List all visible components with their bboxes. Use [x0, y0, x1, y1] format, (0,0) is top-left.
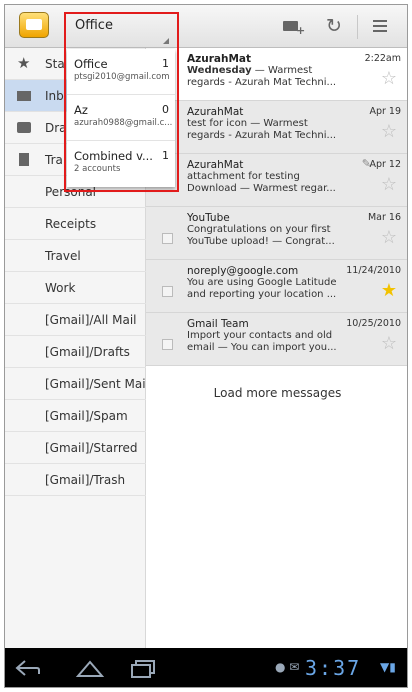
message-snippet-line2: regards - Azurah Mat Techni...	[187, 130, 337, 141]
message-snippet-line1: Wednesday — Warmest	[187, 65, 313, 76]
drafts-icon	[17, 122, 31, 133]
refresh-icon[interactable]: ↻	[323, 15, 345, 37]
message-date: Mar 16	[367, 212, 401, 223]
action-bar-divider	[357, 15, 358, 39]
folder-sent-mail[interactable]: [Gmail]/Sent Mail	[5, 368, 149, 400]
message-date: 11/24/2010	[346, 265, 401, 276]
folder-work[interactable]: Work	[5, 272, 146, 304]
star-icon[interactable]: ☆	[381, 227, 397, 248]
message-checkbox[interactable]	[162, 233, 173, 244]
message-sender: AzurahMat	[187, 106, 244, 118]
message-sender: noreply@google.com	[187, 265, 299, 277]
message-row[interactable]: YouTube Mar 16 Congratulations on your f…	[146, 207, 407, 260]
folder-travel[interactable]: Travel	[5, 240, 146, 272]
folder-gmail-starred[interactable]: [Gmail]/Starred	[5, 432, 146, 464]
menu-icon[interactable]	[370, 15, 392, 37]
highlight-frame	[64, 12, 179, 192]
folder-gmail-trash[interactable]: [Gmail]/Trash	[5, 464, 146, 496]
back-icon[interactable]	[15, 659, 41, 677]
system-bar: ● ✉ 3:37 ▼▮	[5, 648, 407, 687]
star-filled-icon[interactable]: ★	[381, 280, 397, 301]
notification-icons[interactable]: ● ✉	[275, 660, 299, 674]
message-snippet-line2: email — You can import you...	[187, 342, 337, 353]
message-date: Apr 19	[369, 106, 401, 117]
message-snippet-line2: Download — Warmest regar...	[187, 183, 336, 194]
message-date: 2:22am	[364, 53, 401, 64]
message-snippet-line1: You are using Google Latitude	[187, 277, 337, 288]
home-icon[interactable]	[75, 657, 105, 679]
recent-apps-icon[interactable]	[130, 660, 156, 678]
message-checkbox[interactable]	[162, 339, 173, 350]
message-snippet-line1: test for icon — Warmest	[187, 118, 308, 129]
gmail-screen: Office + ↻ ★ Sta Inb Dra Tra Personal Re…	[4, 4, 408, 688]
star-icon: ★	[17, 54, 31, 72]
clock[interactable]: 3:37	[305, 656, 361, 680]
star-icon[interactable]: ☆	[381, 68, 397, 89]
message-sender: AzurahMat	[187, 53, 252, 65]
signal-battery-icon[interactable]: ▼▮	[380, 660, 396, 674]
star-icon[interactable]: ☆	[381, 121, 397, 142]
star-icon[interactable]: ☆	[381, 333, 397, 354]
message-snippet-line1: Congratulations on your first	[187, 224, 331, 235]
folder-receipts[interactable]: Receipts	[5, 208, 146, 240]
inbox-icon	[17, 91, 31, 101]
message-row[interactable]: AzurahMat Apr 19 test for icon — Warmest…	[146, 101, 407, 154]
message-date: Apr 12	[369, 159, 401, 170]
message-sender: AzurahMat	[187, 159, 244, 171]
folder-spam[interactable]: [Gmail]/Spam	[5, 400, 146, 432]
gmail-app-icon[interactable]	[19, 12, 49, 38]
message-row[interactable]: AzurahMat ✎ Apr 12 attachment for testin…	[146, 154, 407, 207]
message-snippet-line2: YouTube upload! — Congrat...	[187, 236, 335, 247]
load-more-button[interactable]: Load more messages	[146, 373, 407, 413]
message-snippet-line2: regards - Azurah Mat Techni...	[187, 77, 337, 88]
folder-all-mail[interactable]: [Gmail]/All Mail	[5, 304, 146, 336]
message-snippet-line2: and reporting your location ...	[187, 289, 337, 300]
message-sender: Gmail Team	[187, 318, 249, 330]
compose-mail-icon[interactable]: +	[281, 15, 305, 37]
star-icon[interactable]: ☆	[381, 174, 397, 195]
message-date: 10/25/2010	[346, 318, 401, 329]
message-snippet-line1: Import your contacts and old	[187, 330, 333, 341]
message-row[interactable]: noreply@google.com 11/24/2010 You are us…	[146, 260, 407, 313]
message-sender: YouTube	[187, 212, 230, 224]
message-row[interactable]: AzurahMat 2:22am Wednesday — Warmest reg…	[146, 48, 407, 101]
message-list: AzurahMat 2:22am Wednesday — Warmest reg…	[146, 48, 407, 648]
folder-gmail-drafts[interactable]: [Gmail]/Drafts	[5, 336, 146, 368]
message-snippet-line1: attachment for testing	[187, 171, 300, 182]
message-row[interactable]: Gmail Team 10/25/2010 Import your contac…	[146, 313, 407, 366]
trash-icon	[19, 153, 29, 166]
message-checkbox[interactable]	[162, 286, 173, 297]
